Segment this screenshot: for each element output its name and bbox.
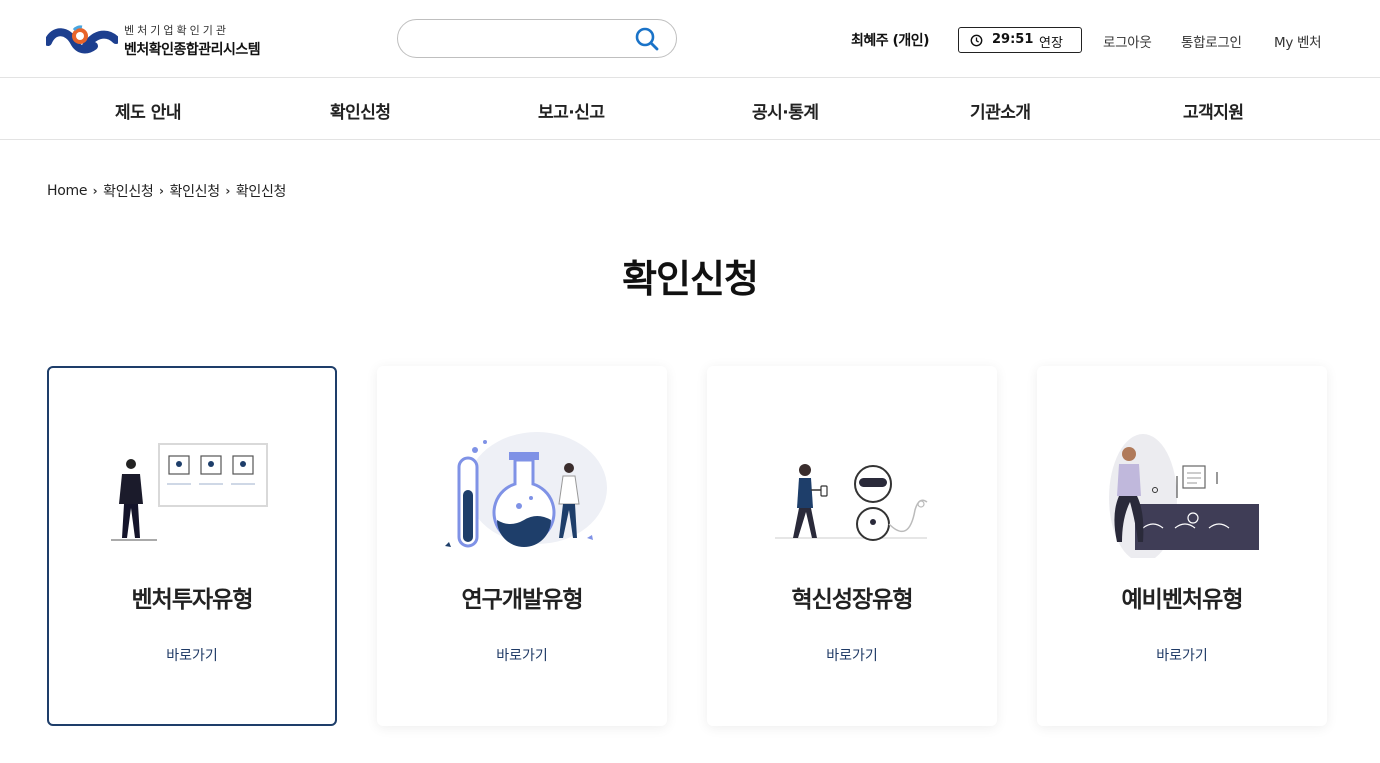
robot-innovation-illustration-icon	[775, 464, 928, 541]
search-icon[interactable]	[634, 26, 660, 52]
session-time: 29:51	[992, 32, 1034, 47]
logo-subtitle: 벤처기업확인기관	[124, 24, 229, 37]
user-name: 최혜주 (개인)	[851, 33, 930, 49]
card-title: 연구개발유형	[461, 587, 584, 613]
chevron-right-icon: ›	[159, 184, 164, 198]
nav-item-report[interactable]: 보고·신고	[538, 98, 605, 123]
card-title: 혁신성장유형	[791, 587, 914, 613]
my-venture-link[interactable]: My 벤처	[1274, 31, 1322, 51]
card-link[interactable]: 바로가기	[377, 645, 667, 665]
site-logo[interactable]: 벤처기업확인기관 벤처확인종합관리시스템	[46, 20, 286, 60]
card-venture-investment[interactable]: 벤처투자유형 바로가기	[47, 366, 337, 726]
card-link[interactable]: 바로가기	[1037, 645, 1327, 665]
page-title: 확인신청	[622, 257, 759, 301]
chevron-right-icon: ›	[225, 184, 231, 198]
integrated-login-link[interactable]: 통합로그인	[1181, 31, 1242, 51]
card-link[interactable]: 바로가기	[49, 645, 335, 665]
extend-session-button[interactable]: 연장	[1039, 32, 1063, 51]
session-timer: 29:51 연장	[958, 27, 1082, 53]
card-research-development[interactable]: 연구개발유형 바로가기	[377, 366, 667, 726]
venture-investment-illustration-icon	[111, 443, 268, 541]
search-box	[397, 19, 677, 58]
nav-item-statistics[interactable]: 공시·통계	[752, 98, 819, 123]
breadcrumb-item[interactable]: 확인신청	[103, 181, 154, 201]
clock-icon	[970, 34, 983, 47]
chevron-right-icon: ›	[92, 184, 98, 198]
main-navigation: 제도 안내 확인신청 보고·신고 공시·통계 기관소개 고객지원	[0, 78, 1380, 140]
logo-emblem-icon	[46, 25, 118, 54]
nav-item-support[interactable]: 고객지원	[1183, 98, 1244, 123]
search-input[interactable]	[414, 27, 624, 51]
card-title: 예비벤처유형	[1121, 587, 1244, 613]
breadcrumb-item[interactable]: 확인신청	[169, 181, 220, 201]
breadcrumb-current[interactable]: 확인신청	[236, 181, 287, 201]
card-link[interactable]: 바로가기	[707, 645, 997, 665]
research-lab-illustration-icon	[445, 432, 607, 548]
logo-title: 벤처확인종합관리시스템	[124, 42, 261, 58]
breadcrumb: Home › 확인신청 › 확인신청 › 확인신청	[47, 181, 286, 201]
nav-item-apply[interactable]: 확인신청	[330, 98, 391, 123]
nav-item-system-guide[interactable]: 제도 안내	[115, 98, 181, 123]
logout-link[interactable]: 로그아웃	[1103, 31, 1152, 51]
pre-venture-illustration-icon	[1109, 434, 1259, 558]
card-pre-venture[interactable]: 예비벤처유형 바로가기	[1037, 366, 1327, 726]
card-title: 벤처투자유형	[131, 587, 254, 613]
header: 벤처기업확인기관 벤처확인종합관리시스템 최혜주 (개인) 29:51 연장 로…	[0, 0, 1380, 78]
breadcrumb-home[interactable]: Home	[47, 183, 87, 199]
card-innovation-growth[interactable]: 혁신성장유형 바로가기	[707, 366, 997, 726]
nav-item-about[interactable]: 기관소개	[970, 98, 1031, 123]
